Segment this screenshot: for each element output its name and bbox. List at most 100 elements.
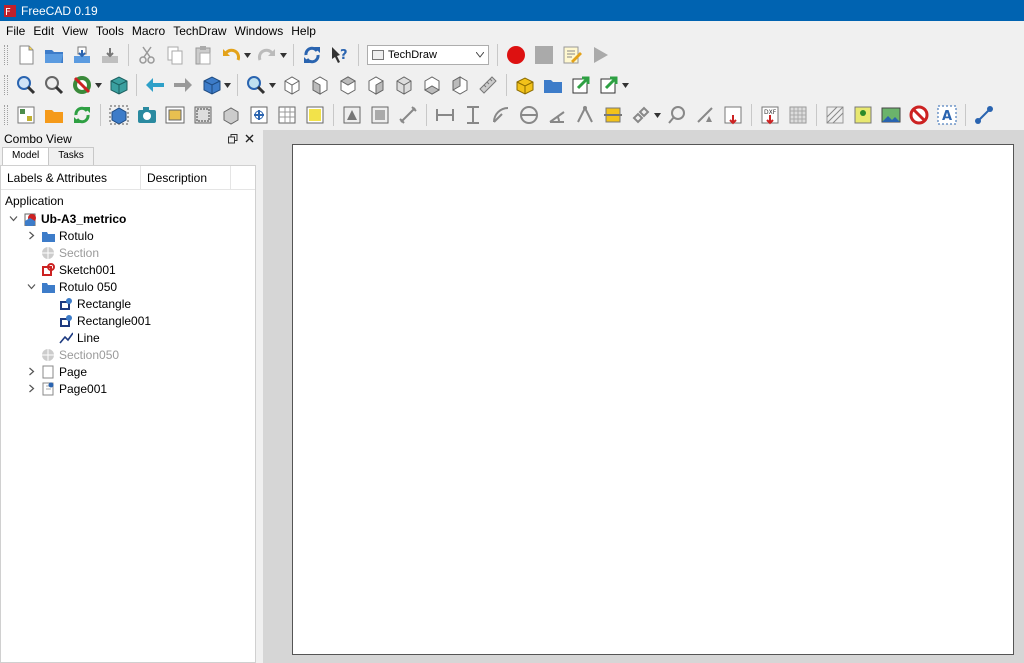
fit-all-button[interactable] (14, 73, 38, 97)
tree-item[interactable]: Line (1, 329, 255, 346)
isometric-view-button[interactable] (280, 73, 304, 97)
macro-run-button[interactable] (588, 43, 612, 67)
arch-view-button[interactable] (219, 103, 243, 127)
zoom-dropdown-icon[interactable] (268, 73, 276, 97)
menu-view[interactable]: View (58, 24, 92, 38)
cut-button[interactable] (135, 43, 159, 67)
toolbar-grip[interactable] (4, 75, 8, 95)
image-insert-button[interactable] (879, 103, 903, 127)
paste-button[interactable] (191, 43, 215, 67)
draw-style-dropdown-icon[interactable] (94, 73, 102, 97)
toolbar-grip[interactable] (4, 45, 8, 65)
tree-item[interactable]: Rotulo 050 (1, 278, 255, 295)
forward-button[interactable] (171, 73, 195, 97)
menu-file[interactable]: File (2, 24, 29, 38)
rear-view-button[interactable] (392, 73, 416, 97)
link-button[interactable] (569, 73, 593, 97)
top-view-button[interactable] (336, 73, 360, 97)
insert-view-button[interactable] (107, 103, 131, 127)
menu-edit[interactable]: Edit (29, 24, 58, 38)
chevron-right-icon[interactable] (25, 230, 37, 242)
toolbar-grip[interactable] (4, 105, 8, 125)
length-dimension-button[interactable] (396, 103, 420, 127)
macro-stop-button[interactable] (532, 43, 556, 67)
drawing-page-canvas[interactable] (292, 144, 1014, 655)
image-button[interactable] (368, 103, 392, 127)
landmark-dimension-button[interactable] (693, 103, 717, 127)
whats-this-button[interactable]: ? (328, 43, 352, 67)
clear-button[interactable] (907, 103, 931, 127)
tree-item[interactable]: Ub-A3_metrico (1, 210, 255, 227)
measure-distance-button[interactable] (476, 73, 500, 97)
extent-dropdown-icon[interactable] (653, 103, 661, 127)
fit-selection-button[interactable] (42, 73, 66, 97)
chevron-down-icon[interactable] (7, 213, 19, 225)
open-document-button[interactable] (42, 43, 66, 67)
tree-item[interactable]: Page001 (1, 380, 255, 397)
angle-dimension-button[interactable] (545, 103, 569, 127)
insert-page-button[interactable] (14, 103, 38, 127)
leader-line-button[interactable] (972, 103, 996, 127)
redo-dropdown-icon[interactable] (279, 43, 287, 67)
tree-item[interactable]: Page (1, 363, 255, 380)
insert-template-page-button[interactable] (42, 103, 66, 127)
draft-view-button[interactable] (247, 103, 271, 127)
tab-tasks[interactable]: Tasks (48, 147, 94, 165)
column-description[interactable]: Description (141, 166, 231, 189)
section-view-button[interactable] (163, 103, 187, 127)
save-as-button[interactable] (98, 43, 122, 67)
workbench-selector[interactable]: TechDraw (367, 45, 489, 65)
link-actions-button[interactable] (597, 73, 621, 97)
symbol-button[interactable] (340, 103, 364, 127)
balloon-button[interactable] (665, 103, 689, 127)
undo-dropdown-icon[interactable] (243, 43, 251, 67)
tree-item[interactable]: Section050 (1, 346, 255, 363)
annotation-button[interactable] (303, 103, 327, 127)
undo-button[interactable] (219, 43, 243, 67)
export-dxf-button[interactable]: DXF (758, 103, 782, 127)
front-view-button[interactable] (308, 73, 332, 97)
tab-model[interactable]: Model (2, 147, 50, 165)
refresh-button[interactable] (300, 43, 324, 67)
standard-views-dropdown-icon[interactable] (223, 73, 231, 97)
create-group-button[interactable] (541, 73, 565, 97)
link-dimension-button[interactable] (629, 103, 653, 127)
redo-button[interactable] (255, 43, 279, 67)
new-document-button[interactable] (14, 43, 38, 67)
standard-views-button[interactable] (199, 73, 223, 97)
export-svg-button[interactable] (721, 103, 745, 127)
menu-tools[interactable]: Tools (92, 24, 128, 38)
vertical-dimension-button[interactable] (461, 103, 485, 127)
chevron-right-icon[interactable] (25, 383, 37, 395)
bounding-box-button[interactable] (106, 73, 130, 97)
macro-edit-button[interactable] (560, 43, 584, 67)
active-view-button[interactable] (135, 103, 159, 127)
bottom-view-button[interactable] (420, 73, 444, 97)
detail-view-button[interactable] (191, 103, 215, 127)
rich-annotation-button[interactable]: A (935, 103, 959, 127)
back-button[interactable] (143, 73, 167, 97)
tree-item[interactable]: Rotulo (1, 227, 255, 244)
tree-item[interactable]: Rectangle (1, 295, 255, 312)
create-part-button[interactable] (513, 73, 537, 97)
link-actions-dropdown-icon[interactable] (621, 73, 629, 97)
left-view-button[interactable] (448, 73, 472, 97)
draw-style-button[interactable] (70, 73, 94, 97)
macro-record-button[interactable] (504, 43, 528, 67)
column-labels-attributes[interactable]: Labels & Attributes (1, 166, 141, 189)
zoom-button[interactable] (244, 73, 268, 97)
save-document-button[interactable] (70, 43, 94, 67)
tree-item[interactable]: Section (1, 244, 255, 261)
diameter-dimension-button[interactable] (517, 103, 541, 127)
chevron-down-icon[interactable] (25, 281, 37, 293)
menu-windows[interactable]: Windows (231, 24, 288, 38)
extent-dimension-button[interactable] (601, 103, 625, 127)
tree-item[interactable]: Sketch001 (1, 261, 255, 278)
spreadsheet-view-button[interactable] (275, 103, 299, 127)
horizontal-dimension-button[interactable] (433, 103, 457, 127)
three-point-angle-button[interactable] (573, 103, 597, 127)
float-panel-icon[interactable] (228, 133, 238, 144)
copy-button[interactable] (163, 43, 187, 67)
tree-item[interactable]: Rectangle001 (1, 312, 255, 329)
geom-hatch-button[interactable] (823, 103, 847, 127)
